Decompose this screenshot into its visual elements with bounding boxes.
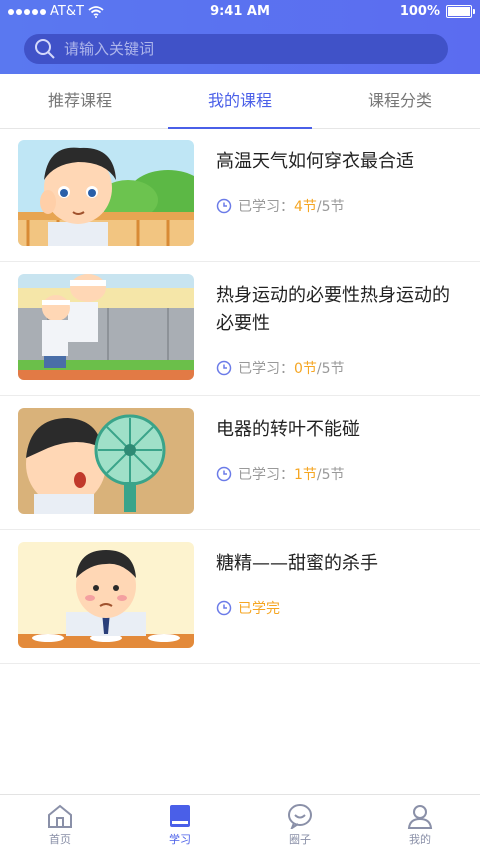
course-thumbnail bbox=[18, 274, 194, 380]
progress-done: 0节 bbox=[294, 361, 317, 377]
tab-my-courses[interactable]: 我的课程 bbox=[160, 74, 320, 129]
course-title: 糖精——甜蜜的杀手 bbox=[216, 553, 378, 574]
course-title: 热身运动的必要性热身运动的必要性 bbox=[216, 285, 450, 334]
progress-done: 1节 bbox=[294, 467, 317, 483]
tab-label: 圈子 bbox=[289, 833, 311, 846]
course-list: 高温天气如何穿衣最合适 已学习： 4节/5节 热身运动的必要性热身运动的必要性 … bbox=[0, 128, 480, 664]
clock-icon bbox=[216, 198, 232, 214]
tab-categories[interactable]: 课程分类 bbox=[320, 74, 480, 128]
search-input[interactable] bbox=[62, 39, 436, 59]
progress-total: /5节 bbox=[316, 361, 345, 377]
home-icon bbox=[48, 804, 72, 828]
course-title: 高温天气如何穿衣最合适 bbox=[216, 151, 414, 172]
course-title: 电器的转叶不能碰 bbox=[216, 419, 360, 440]
clock-icon bbox=[216, 360, 232, 376]
battery-icon bbox=[446, 5, 475, 18]
search-bar[interactable] bbox=[24, 34, 448, 64]
search-icon bbox=[35, 39, 55, 59]
course-item[interactable]: 电器的转叶不能碰 已学习： 1节/5节 bbox=[0, 396, 480, 530]
tab-circle[interactable]: 圈子 bbox=[240, 795, 360, 853]
progress-total: /5节 bbox=[316, 199, 345, 215]
progress-prefix: 已学习： bbox=[238, 199, 294, 215]
bottom-tab-bar: 首页 学习 圈子 我的 bbox=[0, 794, 480, 853]
progress-total: /5节 bbox=[316, 467, 345, 483]
book-icon bbox=[170, 805, 190, 827]
course-item[interactable]: 热身运动的必要性热身运动的必要性 已学习： 0节/5节 bbox=[0, 262, 480, 396]
course-item[interactable]: 高温天气如何穿衣最合适 已学习： 4节/5节 bbox=[0, 128, 480, 262]
battery-area: 100% bbox=[399, 4, 475, 19]
tab-label: 我的 bbox=[409, 833, 431, 846]
course-progress: 已学习： 0节/5节 bbox=[216, 358, 345, 378]
course-thumbnail bbox=[18, 140, 194, 246]
course-thumbnail bbox=[18, 408, 194, 514]
course-thumbnail bbox=[18, 542, 194, 648]
tab-label: 首页 bbox=[49, 833, 71, 846]
course-progress: 已学完 bbox=[216, 598, 280, 618]
progress-prefix: 已学习： bbox=[238, 467, 294, 483]
course-item[interactable]: 糖精——甜蜜的杀手 已学完 bbox=[0, 530, 480, 664]
progress-done: 4节 bbox=[294, 199, 317, 215]
course-progress: 已学习： 4节/5节 bbox=[216, 196, 345, 216]
tab-mine[interactable]: 我的 bbox=[360, 795, 480, 853]
battery-percent: 100% bbox=[399, 4, 440, 19]
header: AT&T 9:41 AM 100% bbox=[0, 0, 480, 74]
tab-recommended[interactable]: 推荐课程 bbox=[0, 74, 160, 128]
tab-label: 学习 bbox=[169, 833, 191, 846]
clock-icon bbox=[216, 466, 232, 482]
user-icon bbox=[407, 805, 433, 829]
tab-study[interactable]: 学习 bbox=[120, 795, 240, 853]
top-tabs: 推荐课程 我的课程 课程分类 bbox=[0, 74, 480, 129]
chat-bubble-icon bbox=[288, 804, 312, 829]
course-progress: 已学习： 1节/5节 bbox=[216, 464, 345, 484]
tab-home[interactable]: 首页 bbox=[0, 795, 120, 853]
completed-label: 已学完 bbox=[238, 601, 280, 617]
progress-prefix: 已学习： bbox=[238, 361, 294, 377]
clock-icon bbox=[216, 600, 232, 616]
status-bar: AT&T 9:41 AM 100% bbox=[0, 0, 480, 24]
